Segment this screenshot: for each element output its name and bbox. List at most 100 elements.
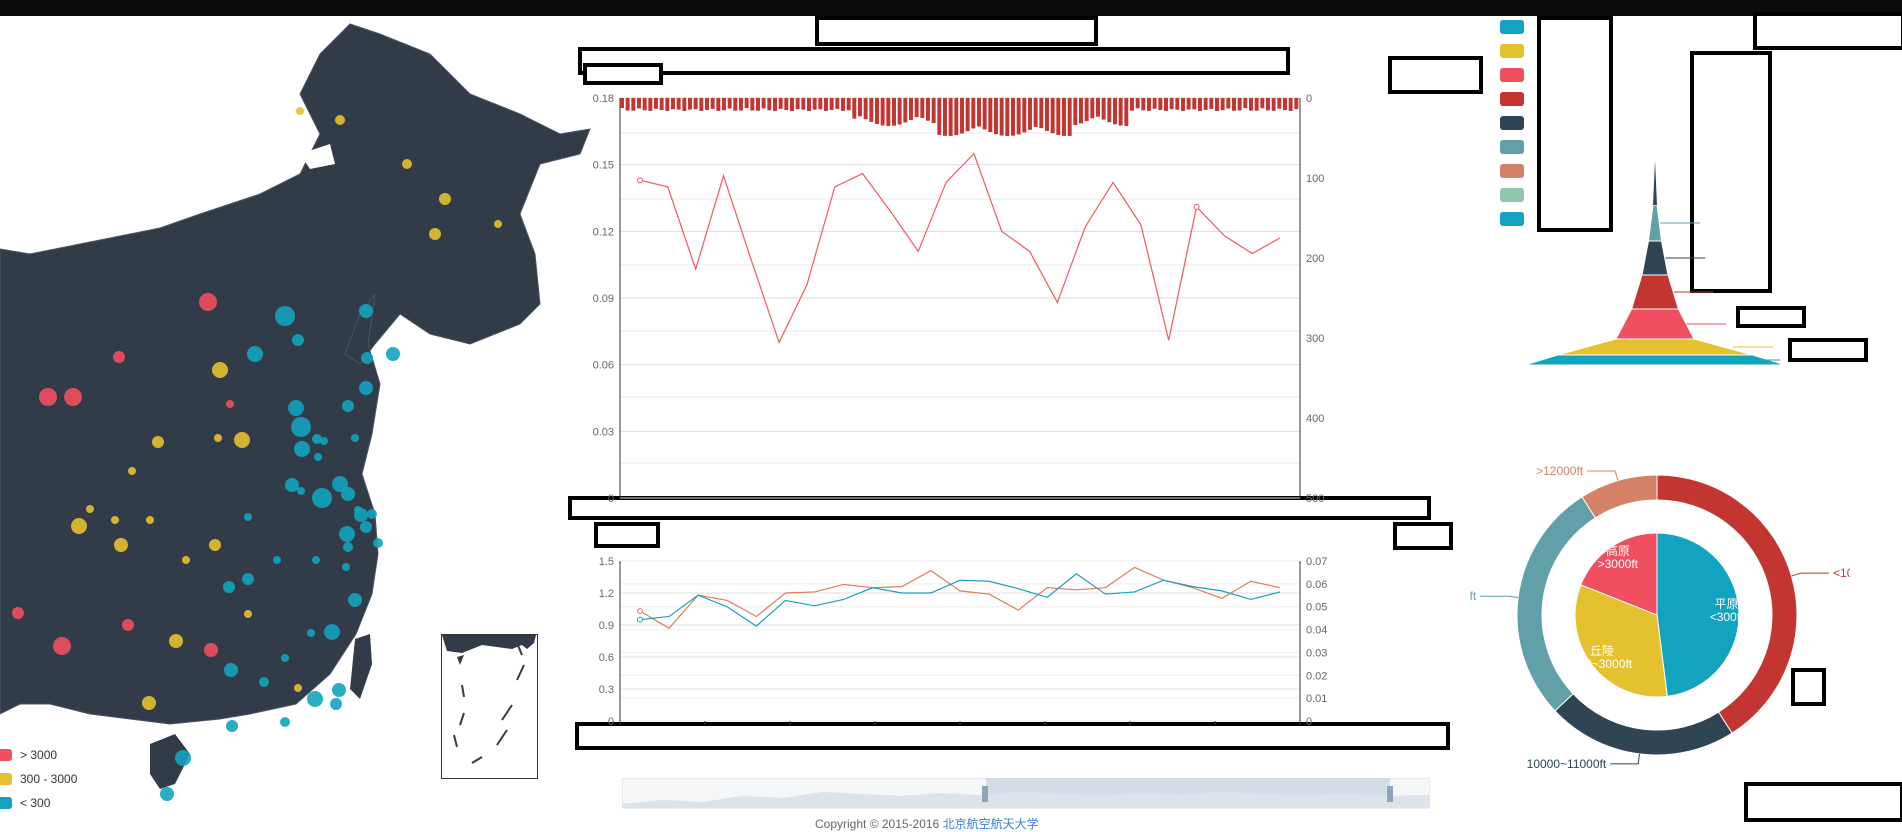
bar[interactable] — [626, 98, 630, 111]
bar[interactable] — [937, 98, 941, 135]
bar[interactable] — [654, 98, 658, 109]
bar[interactable] — [1294, 98, 1298, 109]
slice-label[interactable]: 丘陵 — [1590, 644, 1614, 658]
bar[interactable] — [1090, 98, 1094, 118]
bar[interactable] — [784, 98, 788, 110]
map-legend-high[interactable]: > 3000 — [0, 748, 57, 762]
map-point-low[interactable] — [223, 581, 235, 593]
bar[interactable] — [682, 98, 686, 111]
map-point-high[interactable] — [39, 388, 57, 406]
bar[interactable] — [1113, 98, 1117, 124]
bar[interactable] — [824, 98, 828, 111]
bar[interactable] — [745, 98, 749, 108]
bar[interactable] — [1107, 98, 1111, 122]
funnel-layer[interactable] — [1632, 275, 1679, 309]
bar[interactable] — [892, 98, 896, 126]
bar[interactable] — [1062, 98, 1066, 136]
map-point-low[interactable] — [348, 593, 362, 607]
map-point-mid[interactable] — [152, 436, 164, 448]
map-point-low[interactable] — [160, 787, 174, 801]
slice-label[interactable]: 高原 — [1606, 543, 1630, 558]
map-point-mid[interactable] — [182, 556, 190, 564]
legend-swatch-icon[interactable] — [1500, 68, 1524, 82]
bar[interactable] — [1272, 98, 1276, 111]
map-point-low[interactable] — [247, 346, 263, 362]
map-point-mid[interactable] — [212, 362, 228, 378]
legend-swatch-icon[interactable] — [1500, 44, 1524, 58]
map-point-low[interactable] — [359, 304, 373, 318]
bar[interactable] — [1221, 98, 1225, 110]
data-zoom-slider[interactable] — [622, 778, 1430, 810]
funnel-layer[interactable] — [1642, 241, 1668, 275]
data-point[interactable] — [638, 609, 643, 614]
map-point-high[interactable] — [12, 607, 24, 619]
map-point-low[interactable] — [312, 556, 320, 564]
bar[interactable] — [1175, 98, 1179, 110]
bar[interactable] — [926, 98, 930, 121]
line-bar-chart-top[interactable]: 0.180.150.120.090.060.030010020030040050… — [580, 88, 1340, 508]
funnel-layer[interactable] — [1649, 205, 1662, 241]
bar[interactable] — [643, 98, 647, 110]
bar[interactable] — [1260, 98, 1264, 108]
map-legend-low[interactable]: < 300 — [0, 796, 50, 810]
footer-link[interactable]: 北京航空航天大学 — [943, 817, 1039, 831]
map-point-mid[interactable] — [146, 516, 154, 524]
bar[interactable] — [779, 98, 783, 109]
slice-label[interactable]: <300ft — [1710, 610, 1744, 624]
bar[interactable] — [1192, 98, 1196, 109]
bar[interactable] — [1170, 98, 1174, 109]
bar[interactable] — [699, 98, 703, 111]
bar[interactable] — [1141, 98, 1145, 110]
map-point-mid[interactable] — [209, 539, 221, 551]
slice-label[interactable]: >12000ft — [1536, 464, 1584, 478]
zoom-handle-right[interactable] — [1387, 786, 1393, 802]
map-point-low[interactable] — [361, 352, 373, 364]
map-point-low[interactable] — [307, 629, 315, 637]
bar[interactable] — [756, 98, 760, 111]
bar[interactable] — [864, 98, 868, 119]
map-point-low[interactable] — [330, 698, 342, 710]
bar[interactable] — [767, 98, 771, 110]
bar[interactable] — [1266, 98, 1270, 110]
map-point-mid[interactable] — [439, 193, 451, 205]
bar[interactable] — [847, 98, 851, 110]
map-point-mid[interactable] — [169, 634, 183, 648]
map-point-low[interactable] — [281, 654, 289, 662]
bar[interactable] — [648, 98, 652, 111]
nested-pie-chart[interactable]: <10000ft10000~11000ft11000~12000ft>12000… — [1470, 450, 1850, 780]
data-point[interactable] — [638, 178, 643, 183]
bar[interactable] — [1022, 98, 1026, 132]
bar[interactable] — [881, 98, 885, 125]
map-point-low[interactable] — [354, 506, 362, 514]
bar[interactable] — [988, 98, 992, 132]
bar[interactable] — [790, 98, 794, 111]
bar[interactable] — [1102, 98, 1106, 120]
map-point-low[interactable] — [324, 624, 340, 640]
slice-label[interactable]: 300~3000ft — [1572, 657, 1633, 671]
bar[interactable] — [1096, 98, 1100, 117]
bar[interactable] — [1136, 98, 1140, 108]
map-point-low[interactable] — [320, 437, 328, 445]
map-point-high[interactable] — [64, 388, 82, 406]
bar[interactable] — [1249, 98, 1253, 111]
map-point-mid[interactable] — [214, 434, 222, 442]
bar[interactable] — [858, 98, 862, 116]
bar[interactable] — [1187, 98, 1191, 110]
map-point-low[interactable] — [224, 663, 238, 677]
map-point-low[interactable] — [297, 487, 305, 495]
data-point[interactable] — [638, 617, 643, 622]
map-point-low[interactable] — [285, 478, 299, 492]
map-point-mid[interactable] — [128, 467, 136, 475]
bar[interactable] — [1011, 98, 1015, 136]
bar[interactable] — [1204, 98, 1208, 110]
map-point-mid[interactable] — [296, 107, 304, 115]
map-point-mid[interactable] — [142, 696, 156, 710]
map-point-low[interactable] — [341, 487, 355, 501]
map-point-high[interactable] — [204, 643, 218, 657]
bar[interactable] — [909, 98, 913, 120]
bar[interactable] — [711, 98, 715, 109]
map-point-low[interactable] — [175, 750, 191, 766]
bar[interactable] — [1153, 98, 1157, 109]
bar[interactable] — [694, 98, 698, 109]
map-legend-mid[interactable]: 300 - 3000 — [0, 772, 77, 786]
